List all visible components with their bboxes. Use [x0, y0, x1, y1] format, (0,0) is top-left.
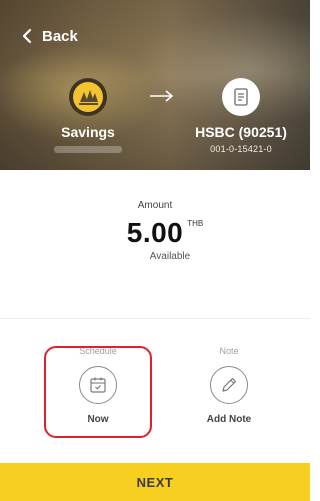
note-option[interactable]: Note Add Note [179, 346, 279, 425]
amount-label: Amount [137, 200, 173, 211]
to-account-name: HSBC (90251) [195, 124, 287, 140]
amount-section: Amount 5.00 THB Available [0, 200, 310, 262]
to-account: HSBC (90251) 001-0-15421-0 [188, 78, 294, 154]
from-account: Savings [48, 78, 128, 153]
back-button[interactable]: Back [20, 24, 78, 48]
next-button[interactable]: NEXT [0, 463, 310, 501]
add-note-label: Add Note [206, 414, 252, 425]
note-title: Note [219, 346, 239, 356]
document-icon [222, 78, 260, 116]
masked-account-number [54, 146, 122, 153]
section-divider [0, 318, 310, 319]
transfer-header: Back Savings HSBC (90251) 001-0-15421-0 [0, 0, 310, 170]
schedule-value: Now [87, 414, 109, 425]
back-label: Back [42, 27, 78, 45]
schedule-option[interactable]: Schedule Now [48, 346, 148, 425]
amount-row: 5.00 THB [126, 217, 204, 249]
chevron-left-icon [22, 28, 32, 44]
to-account-number: 001-0-15421-0 [210, 144, 272, 154]
calendar-icon [79, 366, 117, 404]
arrow-right-icon [150, 90, 173, 102]
from-account-name: Savings [61, 124, 115, 140]
amount-currency: THB [187, 219, 204, 228]
bank-logo-icon [69, 78, 107, 116]
next-button-label: NEXT [136, 474, 174, 490]
schedule-title: Schedule [79, 346, 117, 356]
amount-value: 5.00 [126, 217, 184, 248]
pencil-icon [210, 366, 248, 404]
available-label: Available [149, 251, 191, 262]
